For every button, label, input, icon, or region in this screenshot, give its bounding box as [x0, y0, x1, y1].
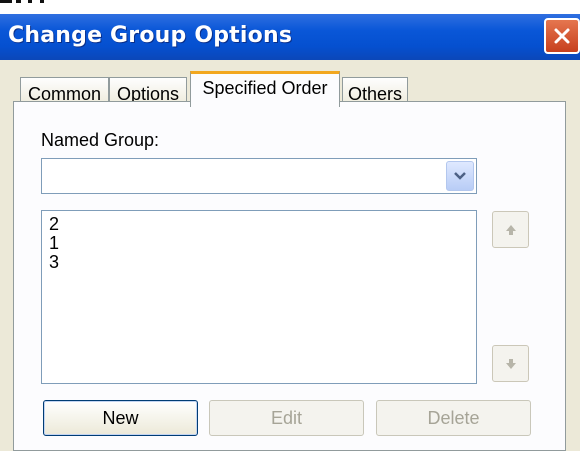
list-item[interactable]: 2 [49, 215, 476, 234]
delete-button[interactable]: Delete [376, 400, 531, 436]
close-button[interactable] [544, 18, 580, 54]
chevron-down-icon [454, 172, 466, 180]
named-group-label: Named Group: [41, 130, 160, 150]
arrow-down-icon [506, 359, 516, 369]
top-sliver [0, 0, 580, 14]
tab-label: Specified Order [202, 78, 328, 98]
title-bar: Change Group Options [0, 14, 580, 60]
combo-dropdown-button[interactable] [446, 161, 474, 191]
arrow-up-icon [506, 225, 516, 235]
move-up-button[interactable] [492, 211, 529, 248]
edit-button[interactable]: Edit [209, 400, 364, 436]
close-icon [554, 28, 570, 44]
order-listbox[interactable]: 2 1 3 [41, 210, 477, 384]
named-group-combobox[interactable] [41, 158, 477, 194]
new-button[interactable]: New [43, 400, 198, 436]
list-item[interactable]: 3 [49, 253, 476, 272]
tab-specified-order[interactable]: Specified Order [190, 71, 340, 107]
move-down-button[interactable] [492, 345, 529, 382]
list-item[interactable]: 1 [49, 234, 476, 253]
window-title: Change Group Options [8, 23, 293, 48]
